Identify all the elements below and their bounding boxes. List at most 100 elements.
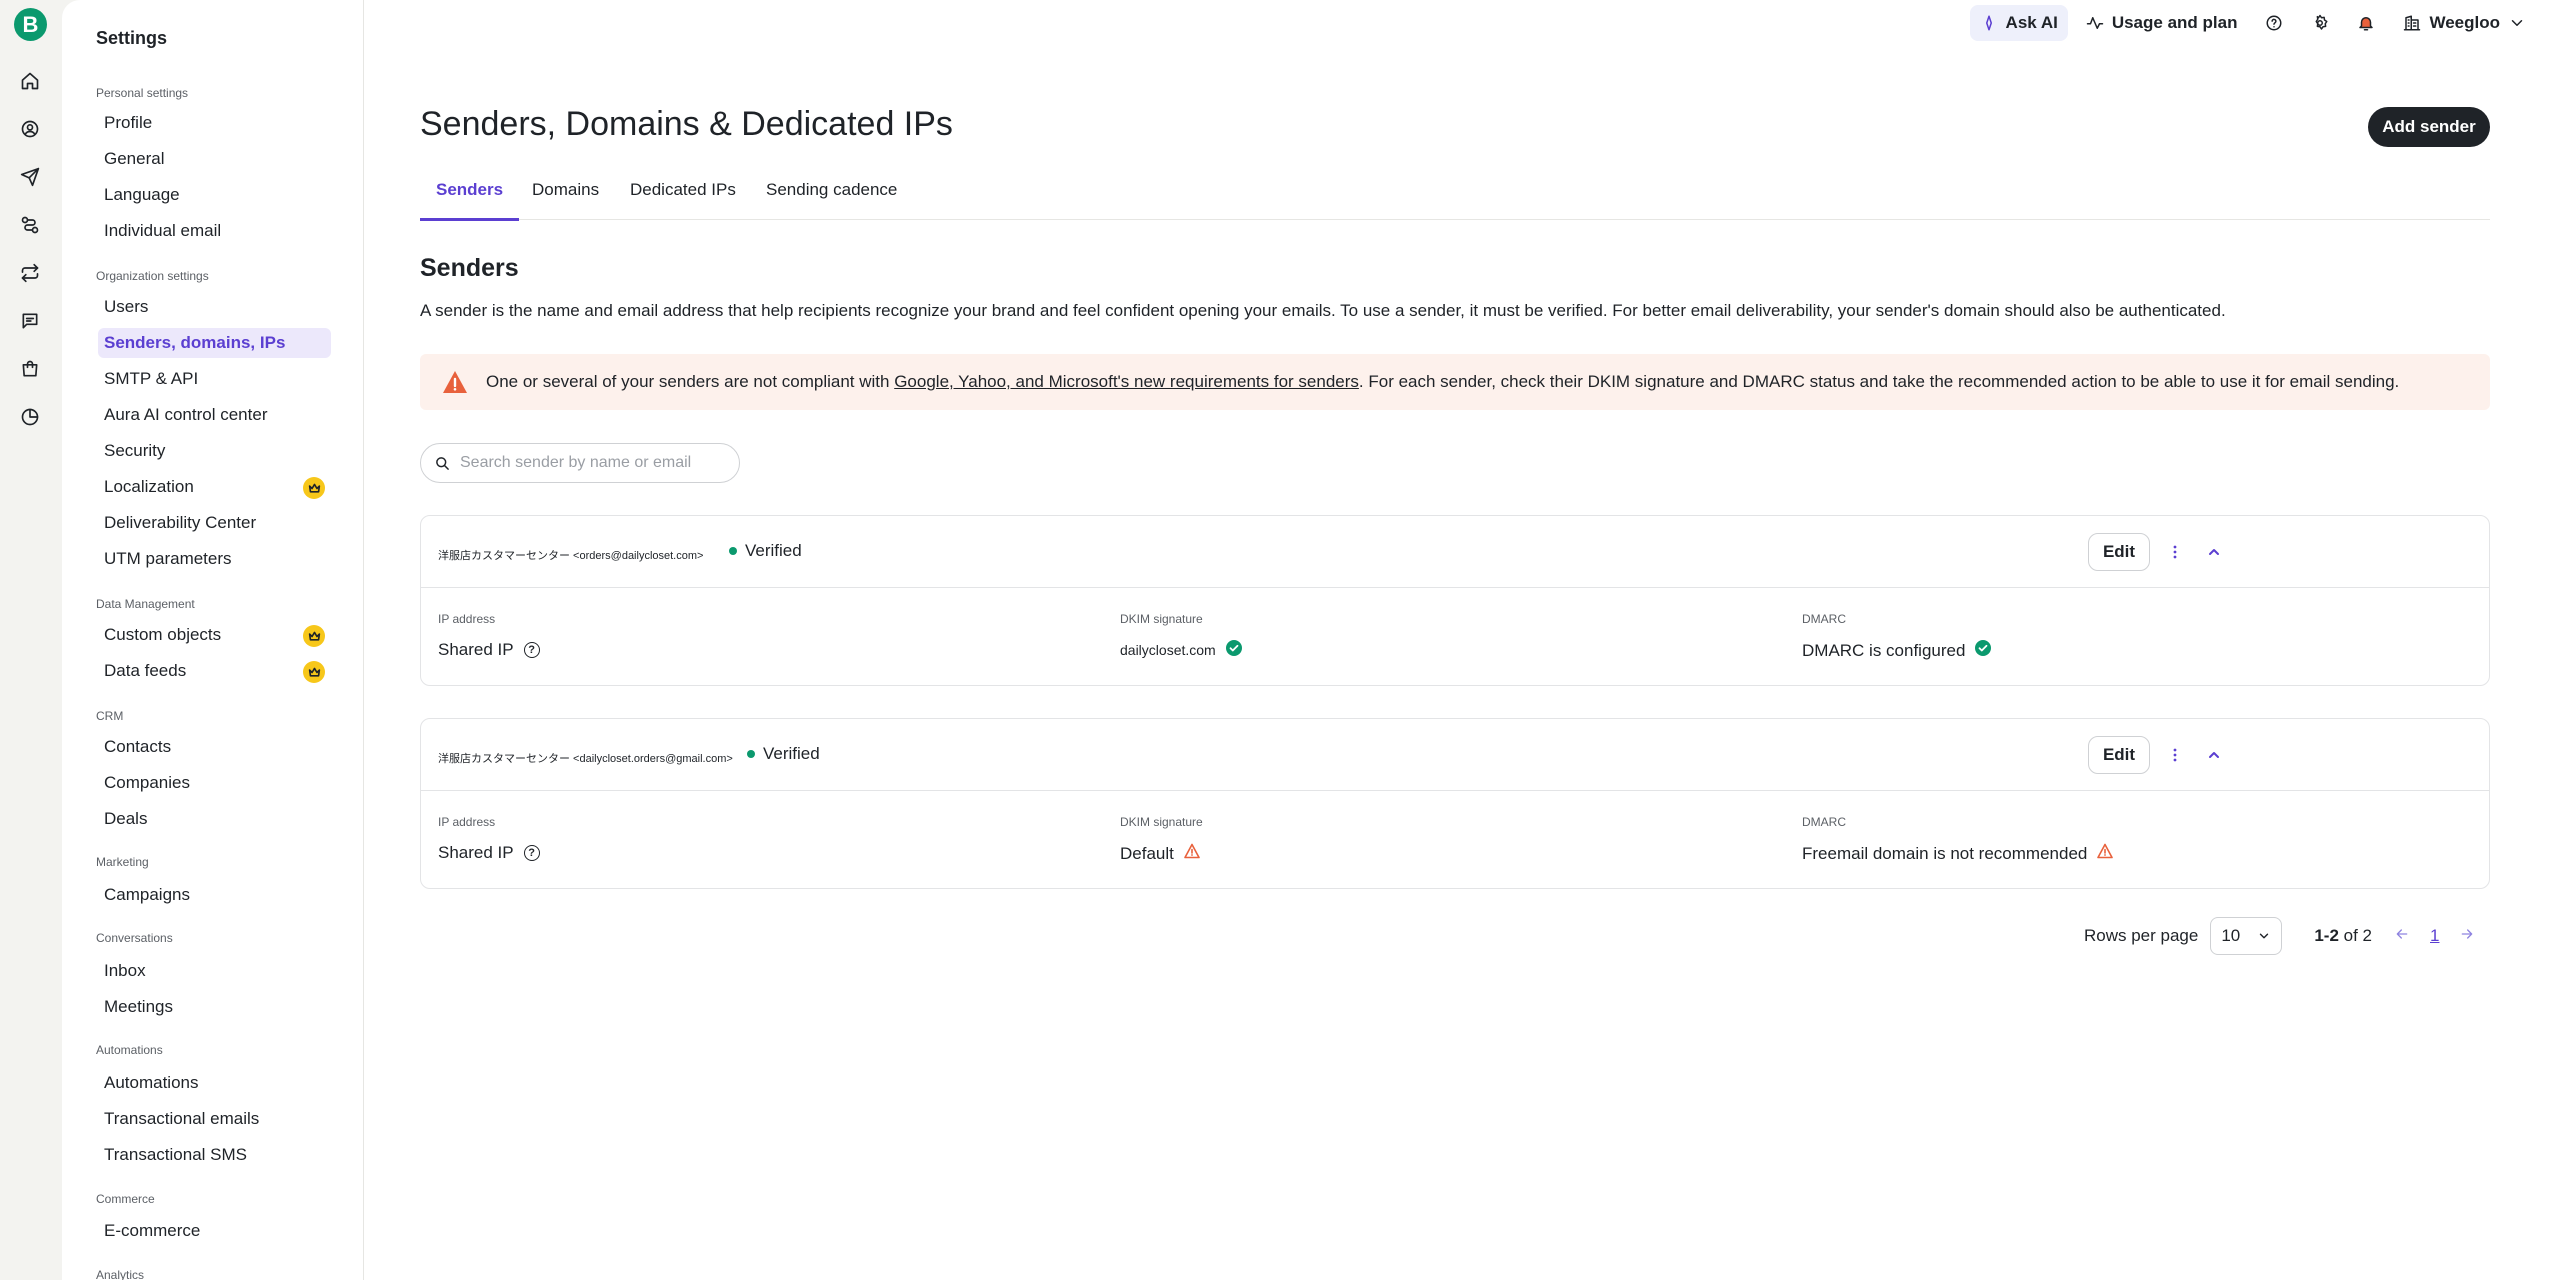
sidebar-item-transactional-emails[interactable]: Transactional emails — [102, 1104, 331, 1134]
section-organization-settings: Organization settings — [96, 269, 209, 283]
check-circle-icon — [1225, 640, 1242, 659]
sidebar-item-security[interactable]: Security — [102, 436, 331, 466]
sidebar-item-users[interactable]: Users — [102, 292, 331, 322]
chevron-down-icon — [2260, 933, 2269, 939]
more-options-icon[interactable] — [2163, 540, 2187, 564]
ask-ai-button[interactable]: Ask AI — [1969, 5, 2068, 41]
sidebar-item-smtp-api[interactable]: SMTP & API — [102, 364, 331, 394]
edit-button[interactable]: Edit — [2088, 533, 2150, 571]
sidebar-title: Settings — [96, 28, 168, 48]
sidebar-item-campaigns[interactable]: Campaigns — [102, 880, 331, 910]
sidebar-item-ecommerce[interactable]: E-commerce — [102, 1216, 331, 1246]
sender-card: 洋服店カスタマーセンター <dailycloset.orders@gmail.c… — [420, 718, 2490, 889]
page-title: Senders, Domains & Dedicated IPs — [420, 105, 953, 143]
page-number[interactable]: 1 — [2430, 926, 2439, 946]
sidebar-item-localization-row[interactable]: Localization — [102, 472, 331, 502]
ip-value-row: Shared IP? — [438, 843, 540, 863]
warning-icon — [1184, 843, 1200, 864]
more-options-icon[interactable] — [2163, 743, 2187, 767]
chevron-up-icon[interactable] — [2202, 540, 2226, 564]
sidebar-item-companies[interactable]: Companies — [102, 768, 331, 798]
dkim-value-row: Default — [1120, 843, 1203, 864]
home-icon[interactable] — [18, 69, 42, 93]
gear-icon[interactable] — [2301, 5, 2339, 41]
status-badge: Verified — [747, 744, 820, 764]
arrow-left-icon[interactable] — [2394, 926, 2410, 947]
edit-button[interactable]: Edit — [2088, 736, 2150, 774]
ip-label: IP address — [438, 612, 496, 626]
sidebar-item-data-feeds-row[interactable]: Data feeds — [102, 656, 331, 686]
sidebar-item-data-feeds: Data feeds — [104, 661, 187, 680]
arrow-right-icon[interactable] — [2459, 926, 2475, 947]
tab-dedicated-ips[interactable]: Dedicated IPs — [630, 180, 736, 218]
sidebar-item-aura-ai[interactable]: Aura AI control center — [102, 400, 331, 430]
status-dot — [729, 547, 737, 555]
ip-label: IP address — [438, 815, 496, 829]
dmarc-value: Freemail domain is not recommended — [1802, 843, 2088, 863]
rows-per-page-select[interactable]: 10 — [2210, 917, 2283, 955]
usage-plan-button[interactable]: Usage and plan — [2076, 5, 2248, 41]
dmarc-value-row: DMARC is configured — [1802, 640, 1992, 661]
sidebar-item-meetings[interactable]: Meetings — [102, 992, 331, 1022]
conversations-icon[interactable] — [18, 309, 42, 333]
tab-bar: Senders Domains Dedicated IPs Sending ca… — [420, 170, 2490, 221]
chevron-up-icon[interactable] — [2202, 743, 2226, 767]
automations-icon[interactable] — [18, 213, 42, 237]
check-circle-icon — [1975, 640, 1992, 661]
dkim-column: DKIM signature dailycloset.com — [1120, 612, 1242, 659]
tab-senders[interactable]: Senders — [420, 180, 520, 221]
activity-icon — [2086, 17, 2104, 29]
dmarc-column: DMARC DMARC is configured — [1802, 612, 1992, 661]
sidebar-item-inbox[interactable]: Inbox — [102, 956, 331, 986]
campaigns-icon[interactable] — [18, 165, 42, 189]
account-name: Weegloo — [2429, 13, 2500, 32]
sparkle-icon — [1985, 15, 1992, 31]
help-icon[interactable]: ? — [523, 642, 540, 658]
sender-name: 洋服店カスタマーセンター <dailycloset.orders@gmail.c… — [438, 753, 733, 765]
dkim-value: Default — [1120, 843, 1174, 863]
status-label: Verified — [745, 541, 802, 560]
sidebar-item-profile[interactable]: Profile — [102, 108, 331, 138]
section-description: A sender is the name and email address t… — [420, 301, 2226, 320]
crown-icon — [303, 625, 325, 647]
tab-domains[interactable]: Domains — [532, 180, 599, 218]
sidebar-item-transactional-sms[interactable]: Transactional SMS — [102, 1140, 331, 1170]
analytics-icon[interactable] — [18, 405, 42, 429]
add-sender-button[interactable]: Add sender — [2368, 107, 2490, 147]
ip-value-row: Shared IP? — [438, 640, 540, 660]
dmarc-label: DMARC — [1802, 612, 1846, 626]
sender-search[interactable] — [420, 443, 740, 483]
section-marketing: Marketing — [96, 855, 149, 869]
sidebar-item-contacts[interactable]: Contacts — [102, 732, 331, 762]
search-input[interactable] — [460, 454, 720, 472]
requirements-link[interactable]: Google, Yahoo, and Microsoft's new requi… — [894, 372, 1359, 391]
sidebar-item-deals[interactable]: Deals — [102, 804, 331, 834]
status-badge: Verified — [729, 541, 802, 561]
sidebar-item-deliverability[interactable]: Deliverability Center — [102, 508, 331, 538]
ecommerce-icon[interactable] — [18, 357, 42, 381]
sidebar-item-individual-email[interactable]: Individual email — [102, 216, 331, 246]
bell-icon[interactable] — [2347, 5, 2385, 41]
sidebar-item-utm[interactable]: UTM parameters — [102, 544, 331, 574]
ip-column: IP address Shared IP? — [438, 815, 540, 863]
sidebar-item-language[interactable]: Language — [102, 180, 331, 210]
section-automations: Automations — [96, 1043, 163, 1057]
tab-sending-cadence[interactable]: Sending cadence — [766, 180, 897, 218]
account-menu[interactable]: Weegloo — [2393, 5, 2536, 41]
sidebar-item-custom-objects-row[interactable]: Custom objects — [102, 620, 331, 650]
brand-logo[interactable]: B — [14, 8, 47, 41]
section-analytics: Analytics — [96, 1268, 145, 1280]
crown-icon — [303, 661, 325, 683]
sidebar-item-automations[interactable]: Automations — [102, 1068, 331, 1098]
sidebar-item-senders[interactable]: Senders, domains, IPs — [98, 328, 331, 358]
help-icon[interactable] — [2255, 5, 2293, 41]
warning-icon — [443, 371, 467, 393]
usage-plan-label: Usage and plan — [2111, 13, 2238, 32]
ip-column: IP address Shared IP? — [438, 612, 540, 660]
sidebar-item-general[interactable]: General — [102, 144, 331, 174]
dkim-value: dailycloset.com — [1120, 641, 1216, 658]
transactional-icon[interactable] — [18, 261, 42, 285]
help-icon[interactable]: ? — [523, 845, 540, 861]
building-icon — [2404, 15, 2421, 31]
contacts-icon[interactable] — [18, 117, 42, 141]
